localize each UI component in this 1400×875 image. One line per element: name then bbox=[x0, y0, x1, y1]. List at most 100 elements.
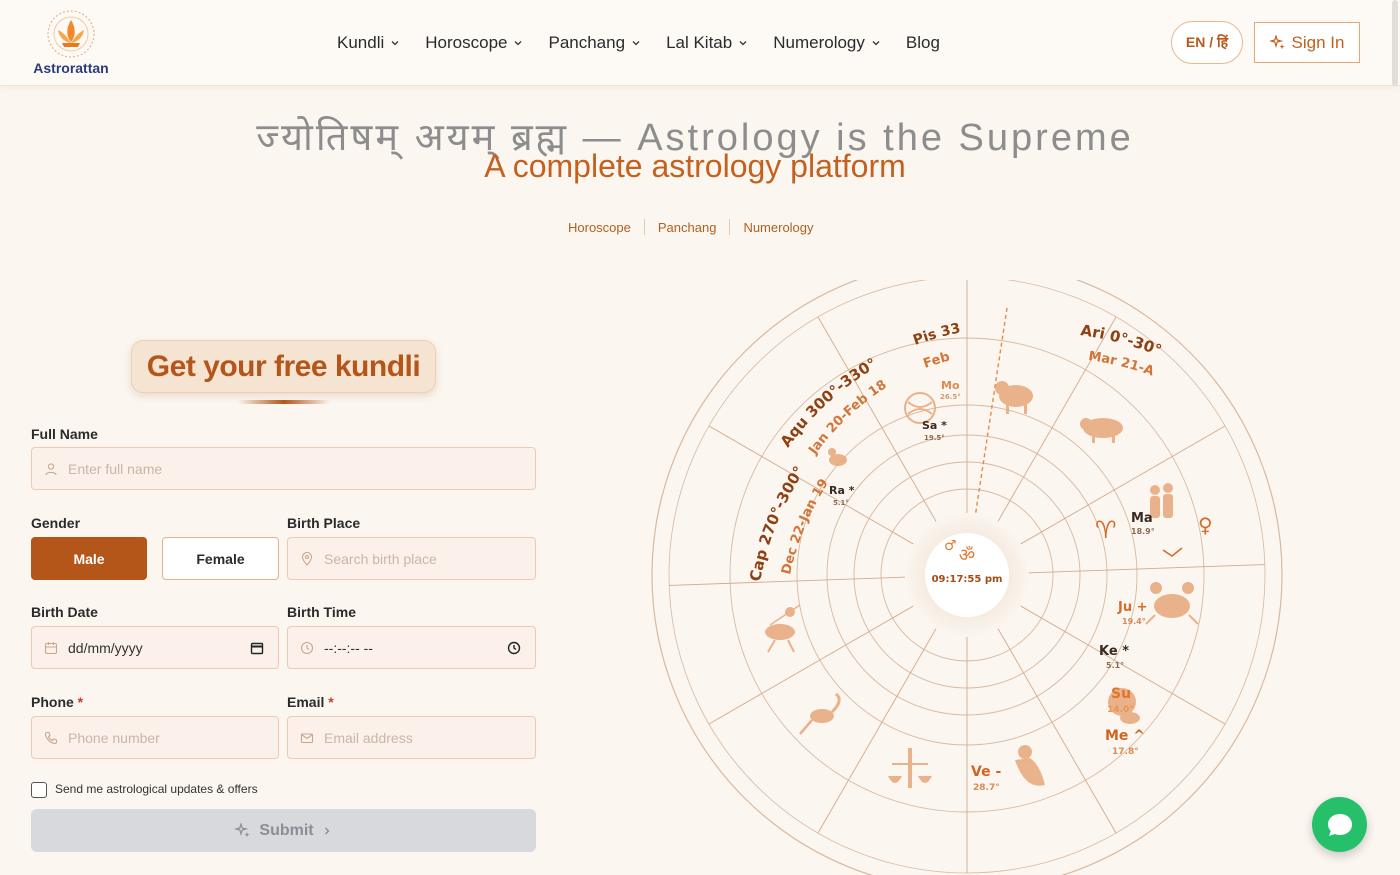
time-picker-icon[interactable] bbox=[507, 641, 521, 655]
nav-item-blog[interactable]: Blog bbox=[906, 32, 940, 54]
calendar-icon bbox=[44, 641, 58, 654]
chevron-down-icon bbox=[515, 41, 522, 46]
nav-item-horoscope[interactable]: Horoscope bbox=[425, 32, 523, 54]
main-nav: Kundli Horoscope Panchang Lal Kitab Nume… bbox=[337, 32, 965, 54]
submit-label: Submit bbox=[259, 821, 314, 839]
sign-label-pisces: Pis 33 bbox=[911, 321, 962, 349]
quick-link-numerology[interactable]: Numerology bbox=[730, 220, 826, 235]
chevron-down-icon bbox=[872, 41, 880, 46]
mars-glyph-center: ♂ bbox=[944, 538, 957, 554]
email-label-text: Email bbox=[287, 694, 325, 710]
cancer-crab-icon bbox=[1145, 582, 1199, 625]
sagittarius-archer-icon bbox=[765, 604, 801, 653]
page-scrollbar[interactable] bbox=[1392, 0, 1398, 86]
quick-link-horoscope[interactable]: Horoscope bbox=[555, 220, 644, 235]
birth-time-input[interactable]: --:--:-- -- bbox=[287, 626, 536, 669]
virgo-maiden-icon bbox=[1015, 745, 1045, 786]
venus-glyph: ♀ bbox=[1198, 513, 1213, 537]
nav-item-label: Blog bbox=[905, 33, 940, 52]
chevron-down-icon bbox=[632, 41, 640, 46]
svg-text:Ju +: Ju + bbox=[1117, 600, 1148, 615]
full-name-label: Full Name bbox=[31, 426, 98, 442]
birth-place-placeholder: Search birth place bbox=[324, 550, 437, 567]
language-toggle-button[interactable]: EN / हिं bbox=[1171, 21, 1243, 64]
nav-item-lal-kitab[interactable]: Lal Kitab bbox=[666, 32, 748, 54]
birth-place-input[interactable]: Search birth place bbox=[287, 537, 536, 580]
nav-item-label: Lal Kitab bbox=[666, 33, 733, 52]
chat-bubble-icon bbox=[1327, 813, 1352, 836]
full-name-input[interactable]: Enter full name bbox=[31, 447, 536, 490]
chevron-right-icon bbox=[324, 827, 330, 834]
user-icon bbox=[45, 462, 57, 475]
zodiac-wheel: ॐ 09:17:55 pm ♂ Ari 0°-30° Mar 21-A Pis … bbox=[651, 280, 1283, 875]
planet-saturn: Sa * 19.5° bbox=[922, 419, 947, 442]
svg-text:Sa *: Sa * bbox=[922, 419, 947, 432]
svg-text:Ma: Ma bbox=[1131, 511, 1153, 526]
wheel-time: 09:17:55 pm bbox=[932, 574, 1003, 585]
scorpio-scorpion-icon bbox=[799, 692, 841, 735]
birth-time-label: Birth Time bbox=[287, 604, 356, 620]
taurus-bull-icon bbox=[1080, 418, 1123, 443]
nav-item-label: Horoscope bbox=[425, 33, 508, 52]
svg-text:5.1°: 5.1° bbox=[833, 499, 849, 507]
sparkle-icon bbox=[1269, 34, 1285, 49]
svg-text:19.5°: 19.5° bbox=[924, 434, 945, 442]
nav-item-kundli[interactable]: Kundli bbox=[337, 32, 400, 54]
brand-name: Astrorattan bbox=[33, 60, 109, 76]
mail-icon bbox=[300, 732, 314, 743]
libra-scales-icon bbox=[888, 748, 932, 788]
brand-logo[interactable]: Astrorattan bbox=[30, 10, 112, 78]
calendar-picker-icon[interactable] bbox=[250, 641, 264, 655]
nav-item-numerology[interactable]: Numerology bbox=[773, 32, 881, 54]
planet-venus: Ve - 28.7° bbox=[971, 764, 1001, 793]
svg-text:17.8°: 17.8° bbox=[1112, 747, 1139, 757]
planet-sun: Su 14.0° bbox=[1107, 686, 1134, 715]
phone-input[interactable]: Phone number bbox=[31, 716, 279, 759]
lotus-logo-icon bbox=[47, 10, 95, 58]
svg-text:Me ^: Me ^ bbox=[1105, 728, 1145, 744]
consent-checkbox[interactable] bbox=[31, 782, 47, 798]
planet-mars: Ma18.9° bbox=[1131, 511, 1155, 536]
nav-item-label: Kundli bbox=[337, 33, 385, 52]
chevron-down-icon bbox=[391, 41, 399, 46]
site-header: Astrorattan Kundli Horoscope Panchang La… bbox=[0, 0, 1400, 86]
consent-label: Send me astrological updates & offers bbox=[55, 782, 258, 796]
full-name-placeholder: Enter full name bbox=[68, 460, 163, 477]
svg-text:19.4°: 19.4° bbox=[1122, 617, 1146, 626]
email-label: Email * bbox=[287, 694, 334, 710]
svg-text:26.5°: 26.5° bbox=[940, 393, 961, 401]
aspect-mark bbox=[1162, 547, 1183, 557]
nav-item-panchang[interactable]: Panchang bbox=[548, 32, 641, 54]
planet-rahu: Ra * 5.1° bbox=[829, 484, 855, 507]
aries-glyph: ♈ bbox=[1095, 516, 1117, 544]
planet-jupiter: Ju + 19.4° bbox=[1117, 600, 1148, 626]
birth-date-input[interactable]: dd/mm/yyyy bbox=[31, 626, 279, 669]
free-kundli-badge: Get your free kundli bbox=[131, 340, 436, 393]
chevron-down-icon bbox=[739, 41, 747, 46]
sign-in-button[interactable]: Sign In bbox=[1254, 22, 1360, 63]
phone-icon bbox=[44, 731, 58, 744]
required-mark: * bbox=[77, 694, 84, 710]
chat-button[interactable] bbox=[1312, 797, 1367, 852]
gender-label: Gender bbox=[31, 515, 81, 531]
gemini-twins-icon bbox=[1150, 483, 1173, 518]
capricorn-goat-icon bbox=[828, 448, 847, 466]
svg-text:Mo: Mo bbox=[941, 379, 960, 392]
svg-text:18.9°: 18.9° bbox=[1131, 527, 1155, 536]
svg-text:5.1°: 5.1° bbox=[1106, 661, 1124, 670]
gender-male-button[interactable]: Male bbox=[31, 537, 147, 580]
svg-text:Ra *: Ra * bbox=[829, 484, 855, 497]
sparkle-icon bbox=[235, 822, 250, 837]
quick-link-panchang[interactable]: Panchang bbox=[645, 220, 730, 235]
email-input[interactable]: Email address bbox=[287, 716, 536, 759]
submit-button[interactable]: Submit bbox=[31, 809, 536, 852]
phone-placeholder: Phone number bbox=[68, 729, 160, 746]
quick-links: Horoscope Panchang Numerology bbox=[555, 219, 827, 235]
birth-date-label: Birth Date bbox=[31, 604, 98, 620]
gender-female-button[interactable]: Female bbox=[162, 537, 279, 580]
required-mark: * bbox=[328, 694, 334, 710]
nav-item-label: Panchang bbox=[548, 33, 626, 52]
badge-underline bbox=[238, 400, 330, 404]
birth-date-value: dd/mm/yyyy bbox=[68, 639, 143, 656]
svg-text:Ke *: Ke * bbox=[1099, 644, 1129, 659]
